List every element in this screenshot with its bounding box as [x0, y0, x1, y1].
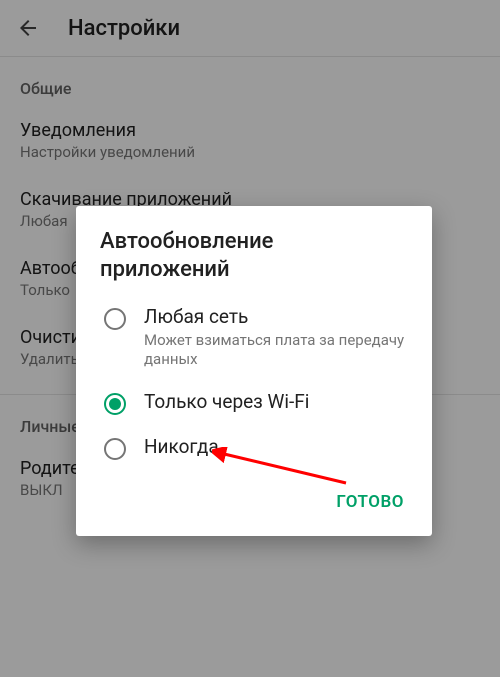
radio-text: Только через Wi-Fi: [144, 390, 309, 415]
dialog-title: Автообновление приложений: [76, 206, 432, 295]
done-button[interactable]: ГОТОВО: [326, 484, 414, 520]
radio-icon: [104, 438, 126, 460]
radio-option-wifi-only[interactable]: Только через Wi-Fi: [76, 380, 432, 425]
radio-label: Только через Wi-Fi: [144, 390, 309, 415]
dialog-actions: ГОТОВО: [76, 470, 432, 528]
radio-sublabel: Может взиматься плата за передачу данных: [144, 331, 408, 370]
radio-option-any-network[interactable]: Любая сеть Может взиматься плата за пере…: [76, 295, 432, 380]
radio-label: Никогда: [144, 435, 219, 460]
radio-label: Любая сеть: [144, 305, 408, 330]
radio-text: Никогда: [144, 435, 219, 460]
radio-icon: [104, 308, 126, 330]
radio-text: Любая сеть Может взиматься плата за пере…: [144, 305, 408, 370]
radio-icon: [104, 393, 126, 415]
autoupdate-dialog: Автообновление приложений Любая сеть Мож…: [76, 206, 432, 536]
radio-option-never[interactable]: Никогда: [76, 425, 432, 470]
